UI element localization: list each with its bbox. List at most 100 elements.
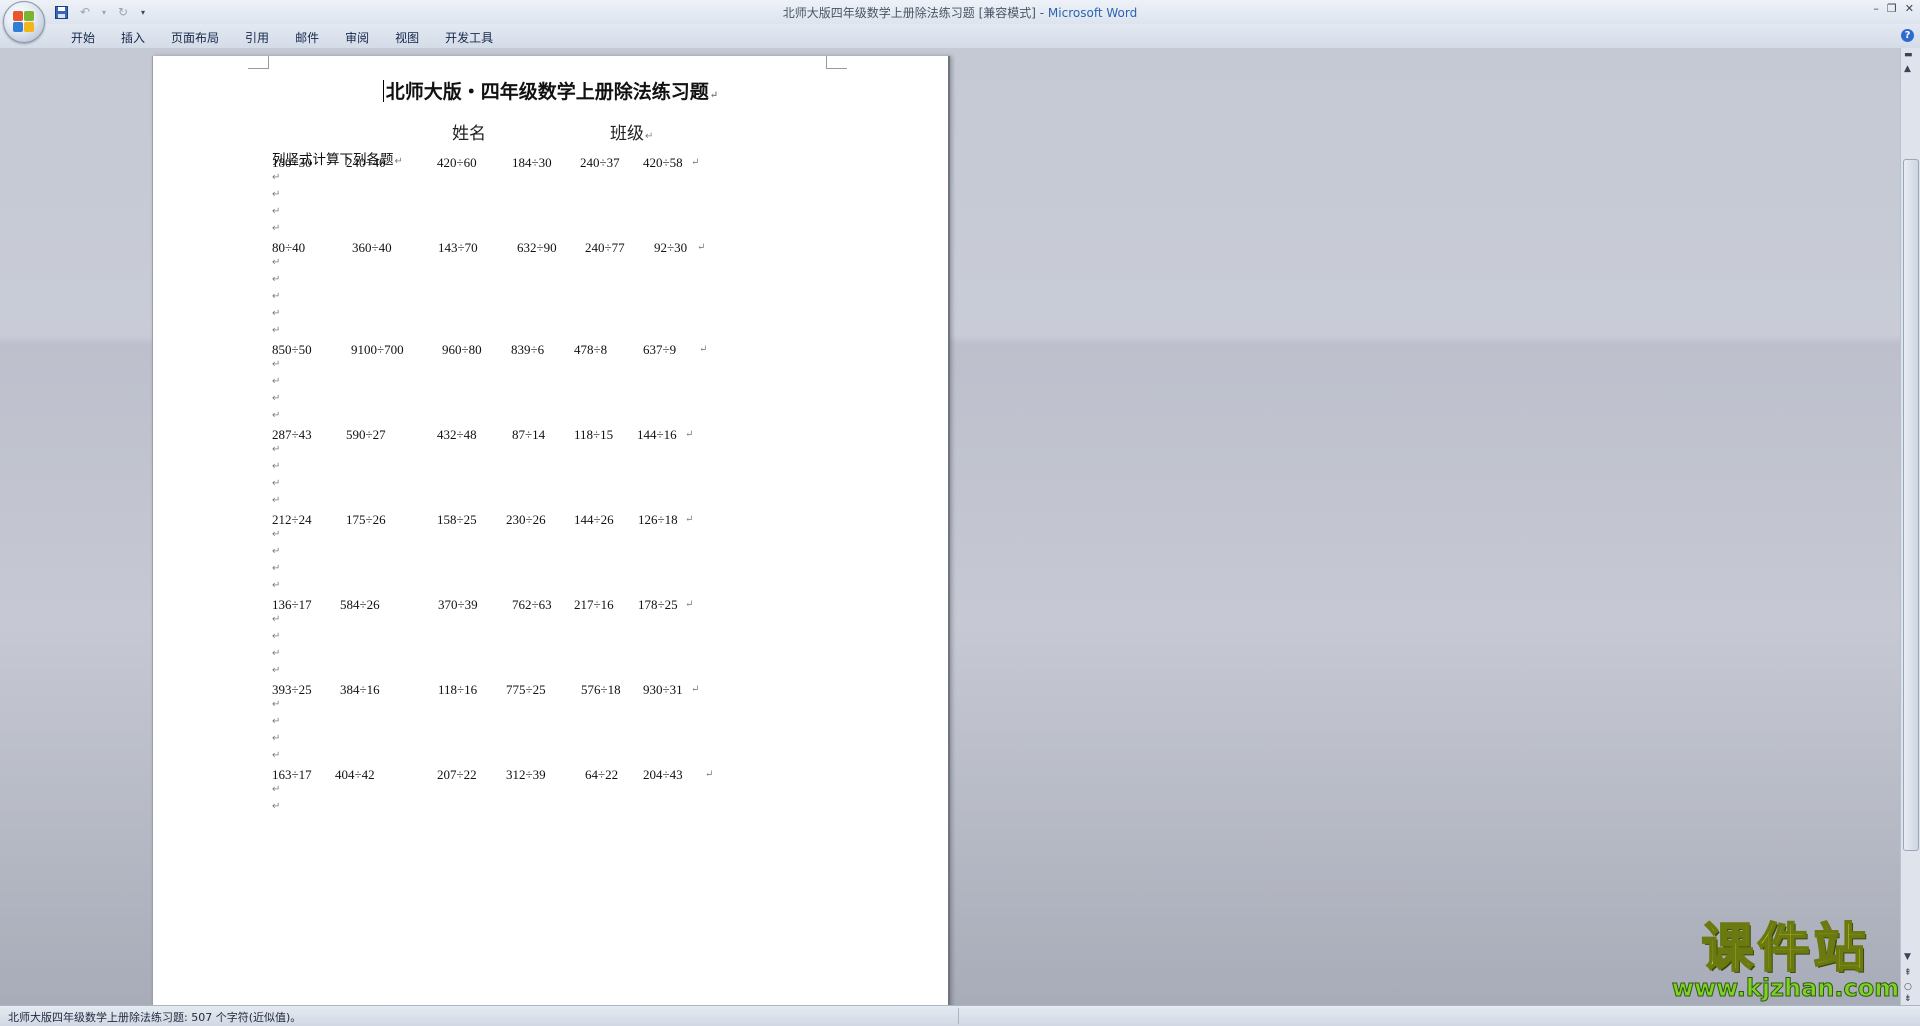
division-problem: 144÷16 xyxy=(637,427,677,442)
empty-paragraph-mark: ↵ xyxy=(272,699,281,710)
scroll-thumb[interactable] xyxy=(1903,159,1919,851)
empty-paragraph-mark: ↵ xyxy=(272,206,281,217)
empty-paragraph-mark: ↵ xyxy=(272,801,281,812)
next-page-icon[interactable]: ⇟ xyxy=(1904,994,1912,1004)
division-problem: 163÷17 xyxy=(272,767,312,782)
window-title: 北师大版四年级数学上册除法练习题 [兼容模式] - Microsoft Word xyxy=(0,4,1920,21)
division-problem: 360÷40 xyxy=(352,240,392,255)
tab-review[interactable]: 审阅 xyxy=(332,29,382,46)
division-problem: 590÷27 xyxy=(346,427,386,442)
division-problem: 180÷30 xyxy=(272,155,312,170)
tab-developer[interactable]: 开发工具 xyxy=(432,29,506,46)
ribbon-tabs: 开始 插入 页面布局 引用 邮件 审阅 视图 开发工具 xyxy=(58,29,506,46)
select-browse-object-icon[interactable]: ○ xyxy=(1904,982,1912,992)
division-problem: 64÷22 xyxy=(585,767,619,782)
tab-view[interactable]: 视图 xyxy=(382,29,432,46)
ribbon: 开始 插入 页面布局 引用 邮件 审阅 视图 开发工具 ? xyxy=(0,24,1920,49)
division-problem: 637÷9 xyxy=(643,342,677,357)
scroll-up-icon[interactable]: ▲ xyxy=(1904,64,1911,74)
empty-paragraph-mark: ↵ xyxy=(272,223,281,234)
empty-paragraph-mark: ↵ xyxy=(272,410,281,421)
division-problem: 118÷15 xyxy=(574,427,614,442)
tab-insert[interactable]: 插入 xyxy=(108,29,158,46)
division-problem: 204÷43 xyxy=(643,767,683,782)
empty-paragraph-mark: ↵ xyxy=(272,257,281,268)
table-row: 80÷40 360÷40 143÷70 632÷90 240÷77 92÷30 ↵ xyxy=(272,240,832,256)
vertical-scrollbar[interactable]: ▬ ▲ ▼ ⇞ ○ ⇟ xyxy=(1900,48,1920,1005)
watermark-url: www.kjzhan.com xyxy=(1671,974,1900,1002)
paragraph-mark: ↵ xyxy=(691,157,700,168)
paragraph-mark: ↵ xyxy=(685,514,694,525)
empty-paragraph-mark: ↵ xyxy=(272,478,281,489)
empty-paragraph-mark: ↵ xyxy=(272,733,281,744)
empty-paragraph-mark: ↵ xyxy=(272,614,281,625)
minimize-icon[interactable]: – xyxy=(1873,2,1879,15)
division-problem: 850÷50 xyxy=(272,342,312,357)
window-title-app: Microsoft Word xyxy=(1047,6,1138,20)
empty-paragraph-mark: ↵ xyxy=(272,665,281,676)
division-problem: 240÷37 xyxy=(580,155,620,170)
table-row: 850÷50 9100÷700 960÷80 839÷6 478÷8 637÷9 ↵ xyxy=(272,342,832,358)
tab-references[interactable]: 引用 xyxy=(232,29,282,46)
paragraph-mark: ↵ xyxy=(685,599,694,610)
empty-paragraph-mark: ↵ xyxy=(272,546,281,557)
ruler-toggle-icon[interactable]: ▬ xyxy=(1904,50,1913,60)
division-problem: 432÷48 xyxy=(437,427,477,442)
division-problem: 393÷25 xyxy=(272,682,312,697)
division-problem: 118÷16 xyxy=(438,682,478,697)
division-problem: 240÷77 xyxy=(585,240,625,255)
empty-paragraph-mark: ↵ xyxy=(272,325,281,336)
restore-icon[interactable]: ❐ xyxy=(1887,2,1897,15)
empty-paragraph-mark: ↵ xyxy=(272,393,281,404)
division-problem: 404÷42 xyxy=(335,767,375,782)
document-title-text: 北师大版・四年级数学上册除法练习题 xyxy=(385,81,709,103)
document-title: 北师大版・四年级数学上册除法练习题↵ xyxy=(153,77,948,104)
division-problem: 126÷18 xyxy=(638,512,678,527)
empty-paragraph-mark: ↵ xyxy=(272,189,281,200)
status-text: 北师大版四年级数学上册除法练习题: 507 个字符(近似值)。 xyxy=(8,1011,302,1024)
empty-paragraph-mark: ↵ xyxy=(272,359,281,370)
division-problem: 207÷22 xyxy=(437,767,477,782)
name-label: 姓名 xyxy=(452,119,486,144)
empty-paragraph-mark: ↵ xyxy=(272,444,281,455)
division-problem: 158÷25 xyxy=(437,512,477,527)
table-row: 163÷17 404÷42 207÷22 312÷39 64÷22 204÷43 ↵ xyxy=(272,767,832,783)
watermark-logo: 课件站 www.kjzhan.com xyxy=(1668,921,1903,1002)
table-row: 212÷24 175÷26 158÷25 230÷26 144÷26 126÷18 ↵ xyxy=(272,512,832,528)
division-problem: 175÷26 xyxy=(346,512,386,527)
division-problem: 80÷40 xyxy=(272,240,306,255)
name-label-text: 姓名 xyxy=(452,124,486,144)
status-separator xyxy=(958,1008,959,1024)
division-problem: 9100÷700 xyxy=(351,342,404,357)
scroll-down-icon[interactable]: ▼ xyxy=(1904,952,1911,962)
division-problem: 420÷58 xyxy=(643,155,683,170)
window-title-doc: 北师大版四年级数学上册除法练习题 [兼容模式] - xyxy=(782,6,1048,20)
division-problem: 230÷26 xyxy=(506,512,546,527)
division-problem: 184÷30 xyxy=(512,155,552,170)
margin-corner-top-right xyxy=(826,56,847,69)
division-problem: 930÷31 xyxy=(643,682,683,697)
class-label: 班级↵ xyxy=(610,119,653,144)
office-button[interactable] xyxy=(3,1,45,43)
text-cursor xyxy=(382,80,384,102)
division-problem: 143÷70 xyxy=(438,240,478,255)
window-controls: – ❐ ✕ xyxy=(1873,2,1914,15)
title-bar: ↶ ▾ ↻ ▾ 北师大版四年级数学上册除法练习题 [兼容模式] - Micros… xyxy=(0,0,1920,25)
division-problem: 217÷16 xyxy=(574,597,614,612)
table-row: 180÷30 240÷40 420÷60 184÷30 240÷37 420÷58 ↵ xyxy=(272,155,832,171)
division-problem: 370÷39 xyxy=(438,597,478,612)
division-problem: 92÷30 xyxy=(654,240,688,255)
division-problem: 420÷60 xyxy=(437,155,477,170)
document-page[interactable]: 北师大版・四年级数学上册除法练习题↵ 姓名 班级↵ 列竖式计算下列各题↵ 180… xyxy=(152,56,950,1005)
table-row: 393÷25 384÷16 118÷16 775÷25 576÷18 930÷31 ↵ xyxy=(272,682,832,698)
empty-paragraph-mark: ↵ xyxy=(272,291,281,302)
help-icon[interactable]: ? xyxy=(1901,29,1914,42)
tab-mailings[interactable]: 邮件 xyxy=(282,29,332,46)
tab-page-layout[interactable]: 页面布局 xyxy=(158,29,232,46)
previous-page-icon[interactable]: ⇞ xyxy=(1904,968,1912,978)
office-logo-icon xyxy=(13,11,35,33)
close-icon[interactable]: ✕ xyxy=(1905,2,1914,15)
paragraph-mark: ↵ xyxy=(709,90,719,101)
paragraph-mark: ↵ xyxy=(705,769,714,780)
tab-home[interactable]: 开始 xyxy=(58,29,108,46)
